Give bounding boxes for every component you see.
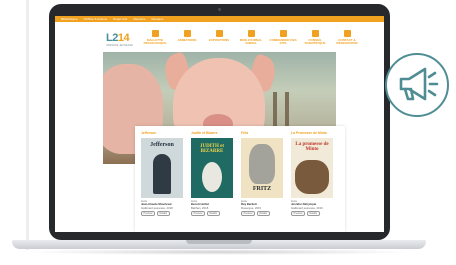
logo-subtitle: LIBRAIRIE JEUNESSE [106, 44, 133, 47]
book-actions: Preview Détails [191, 210, 235, 217]
nav-label: CONSEIL SCIENTIFIQUE [304, 38, 326, 46]
nav-label: COMMANDER DES KITS [269, 38, 297, 46]
book-cover[interactable]: Jefferson [141, 138, 183, 198]
book-title[interactable]: Judith et Bizarre [191, 131, 235, 137]
basket-icon [279, 30, 287, 37]
details-button[interactable]: Détails [256, 210, 270, 217]
details-button[interactable]: Détails [206, 210, 220, 217]
book-title[interactable]: La Promesse de Minto [291, 131, 335, 137]
site-logo[interactable]: L214 [106, 32, 130, 44]
laptop-screen: Bibliothèque Chiffres & Actions Projet c… [55, 16, 384, 232]
book-cover[interactable]: FRITZ [241, 138, 283, 198]
book-publisher: Rouergue, 2015 [241, 205, 262, 210]
laptop-notch [186, 240, 252, 244]
book-title[interactable]: Jefferson [141, 131, 185, 137]
book-publisher: Balthan, 2018 [191, 205, 209, 210]
nav-label: MON JOURNAL ANIMAL [239, 38, 263, 46]
top-link[interactable]: Bibliothèque [61, 17, 78, 21]
phone-icon [343, 30, 351, 37]
cover-elephant [249, 144, 275, 184]
cover-owl [202, 162, 222, 192]
book-card[interactable]: Jefferson Jefferson Livre Jean-Claude Mo… [141, 131, 185, 217]
megaphone-icon [399, 67, 439, 101]
cover-title: JUDITH et BIZARRE [199, 144, 225, 154]
preview-button[interactable]: Preview [141, 210, 155, 217]
book-publisher: Gallimard jeunesse, 2018 [141, 205, 173, 210]
book-carousel: Jefferson Jefferson Livre Jean-Claude Mo… [135, 126, 345, 232]
top-link[interactable]: Chiffres & Actions [84, 17, 108, 21]
book-publisher: Gallimard jeunesse, 2016 [291, 205, 323, 210]
page-background [0, 0, 26, 265]
newspaper-icon [247, 30, 255, 37]
details-button[interactable]: Détails [306, 210, 320, 217]
nav-label: MALLETTE PÉDAGOGIQUE [143, 38, 167, 46]
book-cover[interactable]: La promesse de Minto [291, 138, 333, 198]
nav-label: EXPOSITIONS [208, 38, 230, 42]
background-divider [26, 0, 29, 250]
megaphone-badge [385, 53, 449, 117]
nav-item-kits[interactable]: COMMANDER DES KITS [267, 30, 299, 46]
nav-item-contact[interactable]: CONTACT & RÉSERVATION [331, 30, 363, 46]
nav-item-conseil[interactable]: CONSEIL SCIENTIFIQUE [299, 30, 331, 46]
top-link[interactable]: Mentions [133, 17, 145, 21]
book-title[interactable]: Fritz [241, 131, 285, 137]
book-actions: Preview Détails [141, 210, 185, 217]
site-header: L214 LIBRAIRIE JEUNESSE MALLETTE PÉDAGOG… [55, 22, 384, 52]
logo-text-b: 14 [117, 32, 130, 44]
nav-item-mallette[interactable]: MALLETTE PÉDAGOGIQUE [139, 30, 171, 46]
details-button[interactable]: Détails [156, 210, 170, 217]
nav-item-journal[interactable]: MON JOURNAL ANIMAL [235, 30, 267, 46]
book-card[interactable]: La Promesse de Minto La promesse de Mint… [291, 131, 335, 217]
book-card[interactable]: Fritz FRITZ Livre Ray Bartlett Rouergue,… [241, 131, 285, 217]
logo-text-a: L2 [106, 32, 118, 44]
easel-icon [215, 30, 223, 37]
suitcase-icon [151, 30, 159, 37]
preview-button[interactable]: Preview [241, 210, 255, 217]
cover-title: FRITZ [252, 186, 272, 192]
webcam-icon [218, 8, 221, 11]
book-meta: Livre Jennifer Dalrymple Gallimard jeune… [291, 199, 335, 210]
top-link[interactable]: Réseaux [152, 17, 164, 21]
book-actions: Preview Détails [291, 210, 335, 217]
nav-label: CONTACT & RÉSERVATION [336, 38, 358, 46]
book-cover[interactable]: JUDITH et BIZARRE [191, 138, 233, 198]
laptop-shadow [20, 249, 418, 255]
nav-label: ANIMATIONS [177, 38, 197, 42]
main-nav: MALLETTE PÉDAGOGIQUE ANIMATIONS EXPOSITI… [139, 30, 363, 46]
preview-button[interactable]: Preview [291, 210, 305, 217]
preview-button[interactable]: Preview [191, 210, 205, 217]
book-meta: Livre Ray Bartlett Rouergue, 2015 [241, 199, 285, 210]
book-card[interactable]: Judith et Bizarre JUDITH et BIZARRE Livr… [191, 131, 235, 217]
cover-title: Jefferson [150, 142, 174, 148]
nav-item-animations[interactable]: ANIMATIONS [171, 30, 203, 46]
cover-title: La promesse de Minto [295, 142, 329, 152]
book-icon [183, 30, 191, 37]
book-meta: Livre Benoît Hollist Balthan, 2018 [191, 199, 235, 210]
cover-figures [295, 160, 329, 194]
nav-item-expositions[interactable]: EXPOSITIONS [203, 30, 235, 46]
top-link[interactable]: Projet club [113, 17, 127, 21]
book-actions: Preview Détails [241, 210, 285, 217]
flask-icon [311, 30, 319, 37]
book-meta: Livre Jean-Claude Mourlevat Gallimard je… [141, 199, 185, 210]
cover-figure [153, 154, 171, 194]
